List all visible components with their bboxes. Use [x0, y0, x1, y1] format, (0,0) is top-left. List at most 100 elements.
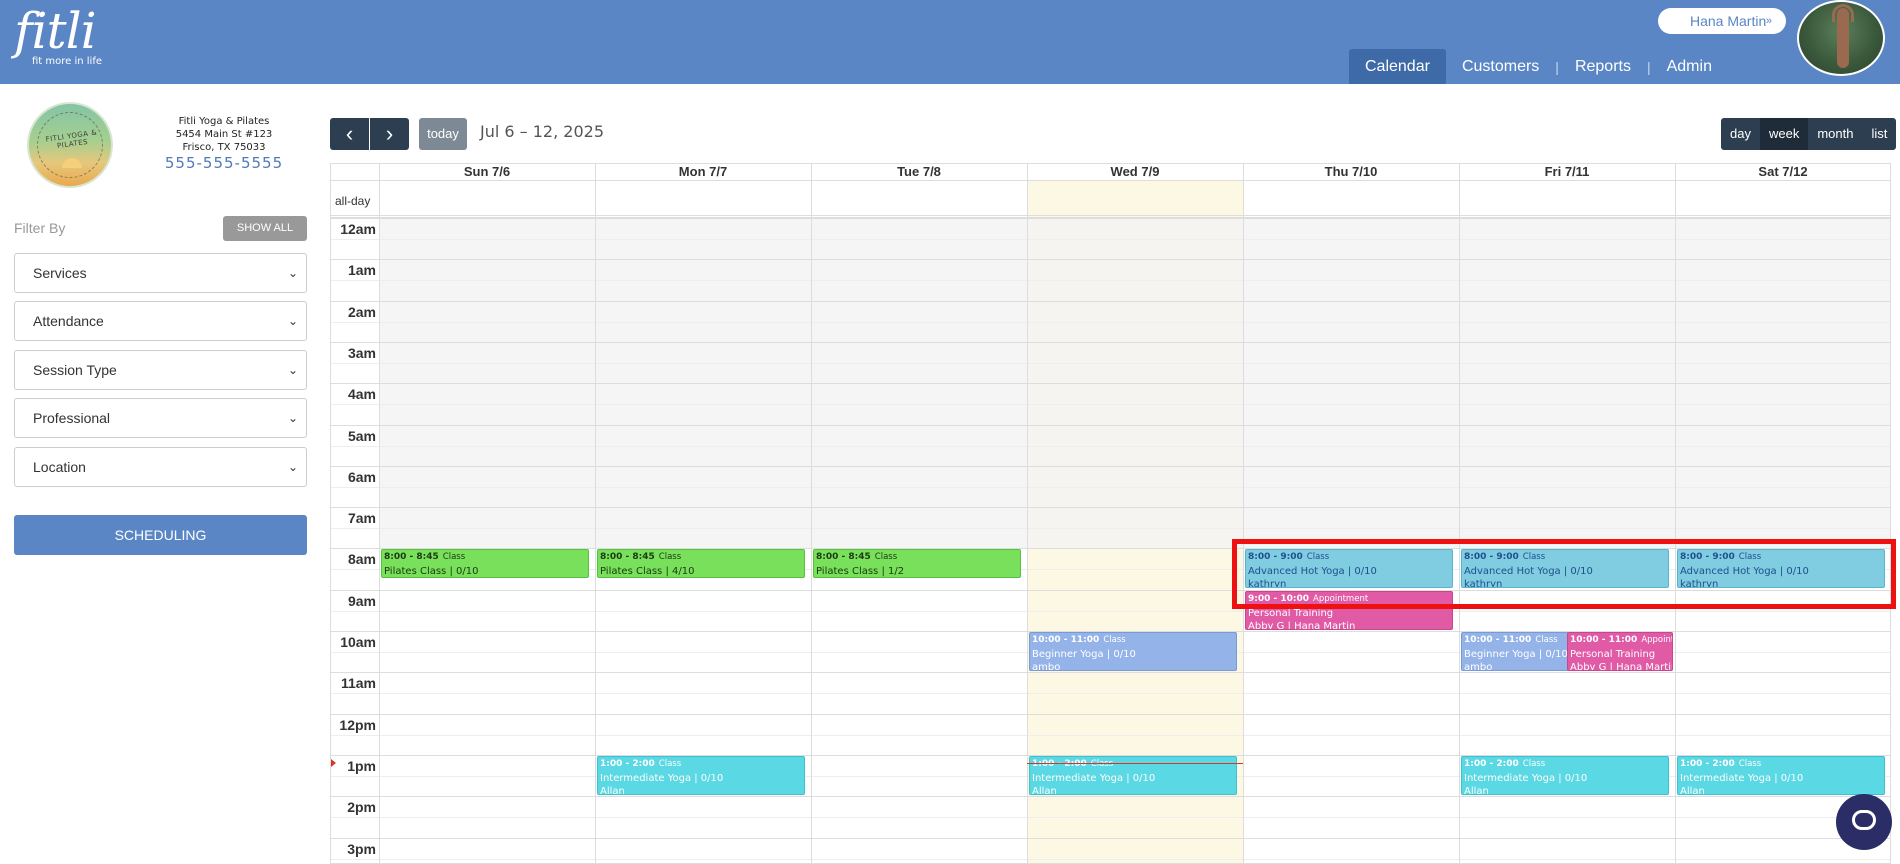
view-week-button[interactable]: week: [1759, 118, 1809, 150]
event-time: 1:00 - 2:00: [600, 759, 655, 769]
calendar-event[interactable]: 1:00 - 2:00 Class Intermediate Yoga | 0/10…: [1461, 756, 1669, 795]
event-kind: Class: [1306, 552, 1330, 562]
session-type-select[interactable]: Session Type ⌄: [14, 350, 307, 390]
event-kind: Appointment: [1313, 594, 1369, 604]
half-hour-line: [331, 280, 1890, 281]
calendar-event[interactable]: 10:00 - 11:00 Class Beginner Yoga | 0/10 am…: [1029, 632, 1237, 671]
top-header: fitli fit more in life Hana Martin » Cal…: [0, 0, 1900, 84]
calendar-event[interactable]: 10:00 - 11:00Appointment Personal Trainin…: [1567, 632, 1673, 671]
event-time: 10:00 - 11:00: [1032, 635, 1100, 645]
half-hour-line: [331, 404, 1890, 405]
chevron-down-icon: ⌄: [287, 460, 298, 474]
calendar-event[interactable]: 1:00 - 2:00 Class Intermediate Yoga | 0/10…: [1677, 756, 1885, 795]
event-title: Advanced Hot Yoga | 0/10: [1680, 565, 1809, 577]
day-header[interactable]: Sun 7/6: [379, 164, 595, 180]
event-kind: Class: [1090, 759, 1114, 769]
chevron-down-icon: ⌄: [287, 266, 298, 280]
day-header[interactable]: Fri 7/11: [1459, 164, 1675, 180]
studio-address-line1: 5454 Main St #123: [175, 129, 273, 140]
event-time: 9:00 - 10:00: [1248, 594, 1310, 604]
event-time: 8:00 - 9:00: [1680, 552, 1735, 562]
studio-logo: FITLI YOGA & PILATES: [27, 102, 113, 188]
event-title: Intermediate Yoga | 0/10: [1032, 772, 1156, 784]
user-menu-button[interactable]: Hana Martin »: [1658, 8, 1786, 34]
professional-select[interactable]: Professional ⌄: [14, 398, 307, 438]
day-header[interactable]: Mon 7/7: [595, 164, 811, 180]
view-list-button[interactable]: list: [1862, 118, 1897, 150]
calendar-event[interactable]: 9:00 - 10:00 Appointment Personal Training…: [1245, 591, 1453, 630]
event-title: Pilates Class | 0/10: [384, 565, 479, 577]
time-slot-label: 1am: [347, 262, 376, 278]
event-time: 8:00 - 8:45: [816, 552, 871, 562]
location-select[interactable]: Location ⌄: [14, 447, 307, 487]
event-staff: ambo: [1032, 662, 1061, 671]
calendar-event[interactable]: 1:00 - 2:00 Class Intermediate Yoga | 0/10…: [597, 756, 805, 795]
event-title: Personal Training: [1570, 648, 1656, 660]
calendar-event[interactable]: 8:00 - 8:45 Class Pilates Class | 0/10: [381, 549, 589, 578]
filter-by-label: Filter By: [14, 220, 66, 236]
today-button[interactable]: today: [419, 118, 467, 150]
all-day-label: all-day: [335, 194, 371, 208]
time-slot-label: 12pm: [339, 717, 376, 733]
services-select[interactable]: Services ⌄: [14, 253, 307, 293]
prev-week-button[interactable]: ‹: [330, 118, 369, 150]
event-staff: kathryn: [1680, 579, 1719, 588]
scheduling-button[interactable]: SCHEDULING: [14, 515, 307, 555]
time-slot-label: 2am: [347, 304, 376, 320]
view-month-button[interactable]: month: [1808, 118, 1863, 150]
calendar-event[interactable]: 8:00 - 8:45 Class Pilates Class | 4/10: [597, 549, 805, 578]
event-kind: Class: [1522, 759, 1546, 769]
event-kind: Class: [1103, 635, 1126, 645]
event-staff: ambo: [1464, 662, 1493, 671]
day-column-divider: [1243, 164, 1244, 863]
chevron-down-icon: ⌄: [287, 314, 298, 328]
nav-customers[interactable]: Customers: [1446, 49, 1555, 84]
half-hour-line: [331, 363, 1890, 364]
next-week-button[interactable]: ›: [370, 118, 409, 150]
studio-phone[interactable]: 555-555-5555: [150, 156, 298, 171]
half-hour-line: [331, 322, 1890, 323]
hour-line: [331, 259, 1890, 260]
event-kind: Class: [1535, 635, 1558, 645]
day-column-divider: [1027, 164, 1028, 863]
nav-reports[interactable]: Reports: [1559, 49, 1647, 84]
session-type-select-label: Session Type: [33, 362, 117, 378]
hour-line: [331, 796, 1890, 797]
day-column-divider: [1459, 164, 1460, 863]
event-title: Intermediate Yoga | 0/10: [1464, 772, 1588, 784]
day-header[interactable]: Sat 7/12: [1675, 164, 1890, 180]
main-nav: Calendar Customers | Reports | Admin: [1349, 49, 1728, 84]
view-switcher: day week month list: [1721, 118, 1897, 150]
attendance-select[interactable]: Attendance ⌄: [14, 301, 307, 341]
day-header[interactable]: Wed 7/9: [1027, 164, 1243, 180]
event-title: Personal Training: [1248, 607, 1334, 619]
time-slot-label: 3pm: [347, 841, 376, 857]
nav-calendar[interactable]: Calendar: [1349, 49, 1446, 84]
view-day-button[interactable]: day: [1721, 118, 1760, 150]
event-kind: Class: [442, 552, 466, 562]
fitli-logo[interactable]: fitli fit more in life: [14, 4, 102, 67]
calendar-event[interactable]: 8:00 - 9:00 Class Advanced Hot Yoga | 0/10…: [1245, 549, 1453, 588]
event-title: Intermediate Yoga | 0/10: [600, 772, 724, 784]
event-title: Intermediate Yoga | 0/10: [1680, 772, 1804, 784]
chat-widget-button[interactable]: [1836, 794, 1892, 850]
professional-select-label: Professional: [33, 410, 111, 426]
calendar-event[interactable]: 10:00 - 11:00 Class Beginner Yoga | 0/10 am…: [1461, 632, 1569, 671]
avatar[interactable]: [1797, 0, 1885, 76]
time-slot-label: 11am: [340, 675, 376, 691]
show-all-button[interactable]: SHOW ALL: [223, 216, 307, 241]
day-header[interactable]: Thu 7/10: [1243, 164, 1459, 180]
calendar-event[interactable]: 8:00 - 8:45 Class Pilates Class | 1/2: [813, 549, 1021, 578]
day-header[interactable]: Tue 7/8: [811, 164, 1027, 180]
chevron-left-icon: ‹: [345, 121, 354, 146]
calendar-event[interactable]: 8:00 - 9:00 Class Advanced Hot Yoga | 0/10…: [1677, 549, 1885, 588]
event-kind: Class: [658, 552, 682, 562]
half-hour-line: [331, 487, 1890, 488]
calendar-event[interactable]: 8:00 - 9:00 Class Advanced Hot Yoga | 0/10…: [1461, 549, 1669, 588]
calendar-event[interactable]: 1:00 - 2:00 Class Intermediate Yoga | 0/10…: [1029, 756, 1237, 795]
hour-line: [331, 714, 1890, 715]
location-select-label: Location: [33, 459, 86, 475]
event-staff: Abby G | Hana Martin: [1248, 621, 1356, 630]
services-select-label: Services: [33, 265, 87, 281]
nav-admin[interactable]: Admin: [1651, 49, 1728, 84]
